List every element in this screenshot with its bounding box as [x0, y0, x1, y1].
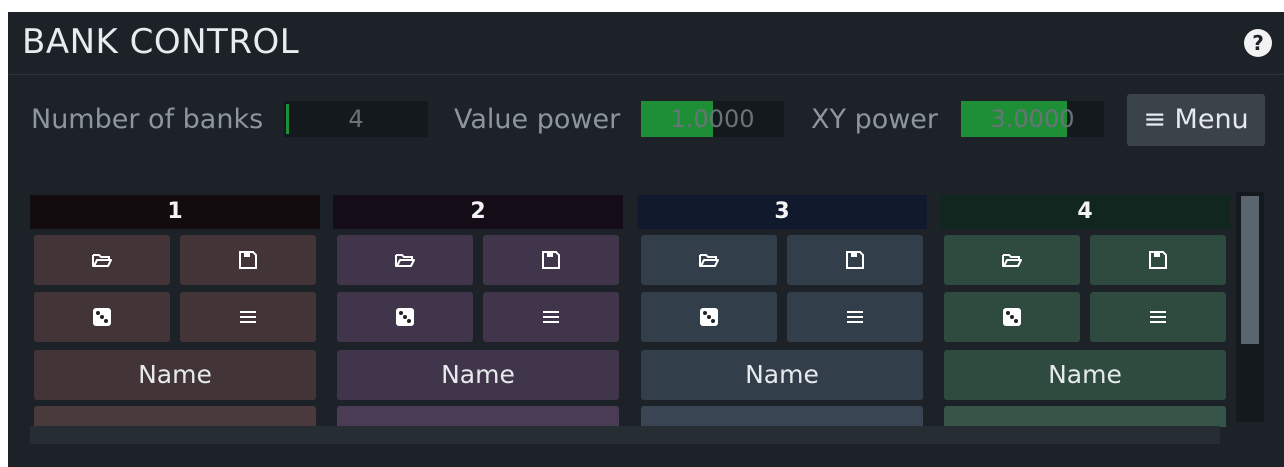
title-bar: BANK CONTROL ? — [8, 12, 1284, 75]
value-power-value: 1.0000 — [670, 105, 755, 133]
xy-power-field[interactable]: 3.0000 — [961, 101, 1104, 137]
bank-menu-button[interactable] — [180, 292, 316, 342]
bank-next-row[interactable] — [34, 406, 316, 427]
bank-1: 1 Name — [30, 195, 320, 427]
xy-power-value: 3.0000 — [990, 105, 1075, 133]
number-of-banks-label: Number of banks — [31, 104, 264, 135]
save-preset-button[interactable] — [180, 235, 316, 285]
number-of-banks-value: 4 — [348, 105, 364, 133]
horizontal-scrollbar[interactable] — [30, 426, 1220, 444]
bank-title: 3 — [637, 195, 927, 229]
save-preset-button[interactable] — [1090, 235, 1226, 285]
bank-menu-button[interactable] — [787, 292, 923, 342]
bank-menu-button[interactable] — [1090, 292, 1226, 342]
bank-title: 4 — [940, 195, 1230, 229]
number-of-banks-field[interactable]: 4 — [284, 101, 428, 137]
page-title: BANK CONTROL — [22, 22, 300, 62]
load-preset-button[interactable] — [337, 235, 473, 285]
bank-name-button[interactable]: Name — [641, 350, 923, 400]
randomize-button[interactable] — [337, 292, 473, 342]
xy-power-label: XY power — [811, 104, 939, 135]
scrollbar-thumb[interactable] — [1241, 196, 1259, 344]
load-preset-button[interactable] — [34, 235, 170, 285]
help-icon[interactable]: ? — [1244, 29, 1272, 57]
randomize-button[interactable] — [641, 292, 777, 342]
bank-title: 1 — [30, 195, 320, 229]
value-power-field[interactable]: 1.0000 — [641, 101, 784, 137]
bank-4: 4 Name — [940, 195, 1230, 427]
bank-next-row[interactable] — [944, 406, 1226, 427]
save-preset-button[interactable] — [787, 235, 923, 285]
bank-next-row[interactable] — [337, 406, 619, 427]
load-preset-button[interactable] — [641, 235, 777, 285]
bank-name-button[interactable]: Name — [337, 350, 619, 400]
save-preset-button[interactable] — [483, 235, 619, 285]
menu-button[interactable]: ≡ Menu — [1127, 94, 1265, 146]
randomize-button[interactable] — [944, 292, 1080, 342]
randomize-button[interactable] — [34, 292, 170, 342]
bank-name-button[interactable]: Name — [944, 350, 1226, 400]
bank-control-panel: BANK CONTROL ? Number of banks 4 Value p… — [8, 12, 1284, 467]
load-preset-button[interactable] — [944, 235, 1080, 285]
value-power-label: Value power — [454, 104, 621, 135]
bank-3: 3 Name — [637, 195, 927, 427]
bank-title: 2 — [333, 195, 623, 229]
bank-menu-button[interactable] — [483, 292, 619, 342]
bank-name-button[interactable]: Name — [34, 350, 316, 400]
bank-next-row[interactable] — [641, 406, 923, 427]
vertical-scrollbar[interactable] — [1236, 192, 1264, 422]
bank-2: 2 Name — [333, 195, 623, 427]
